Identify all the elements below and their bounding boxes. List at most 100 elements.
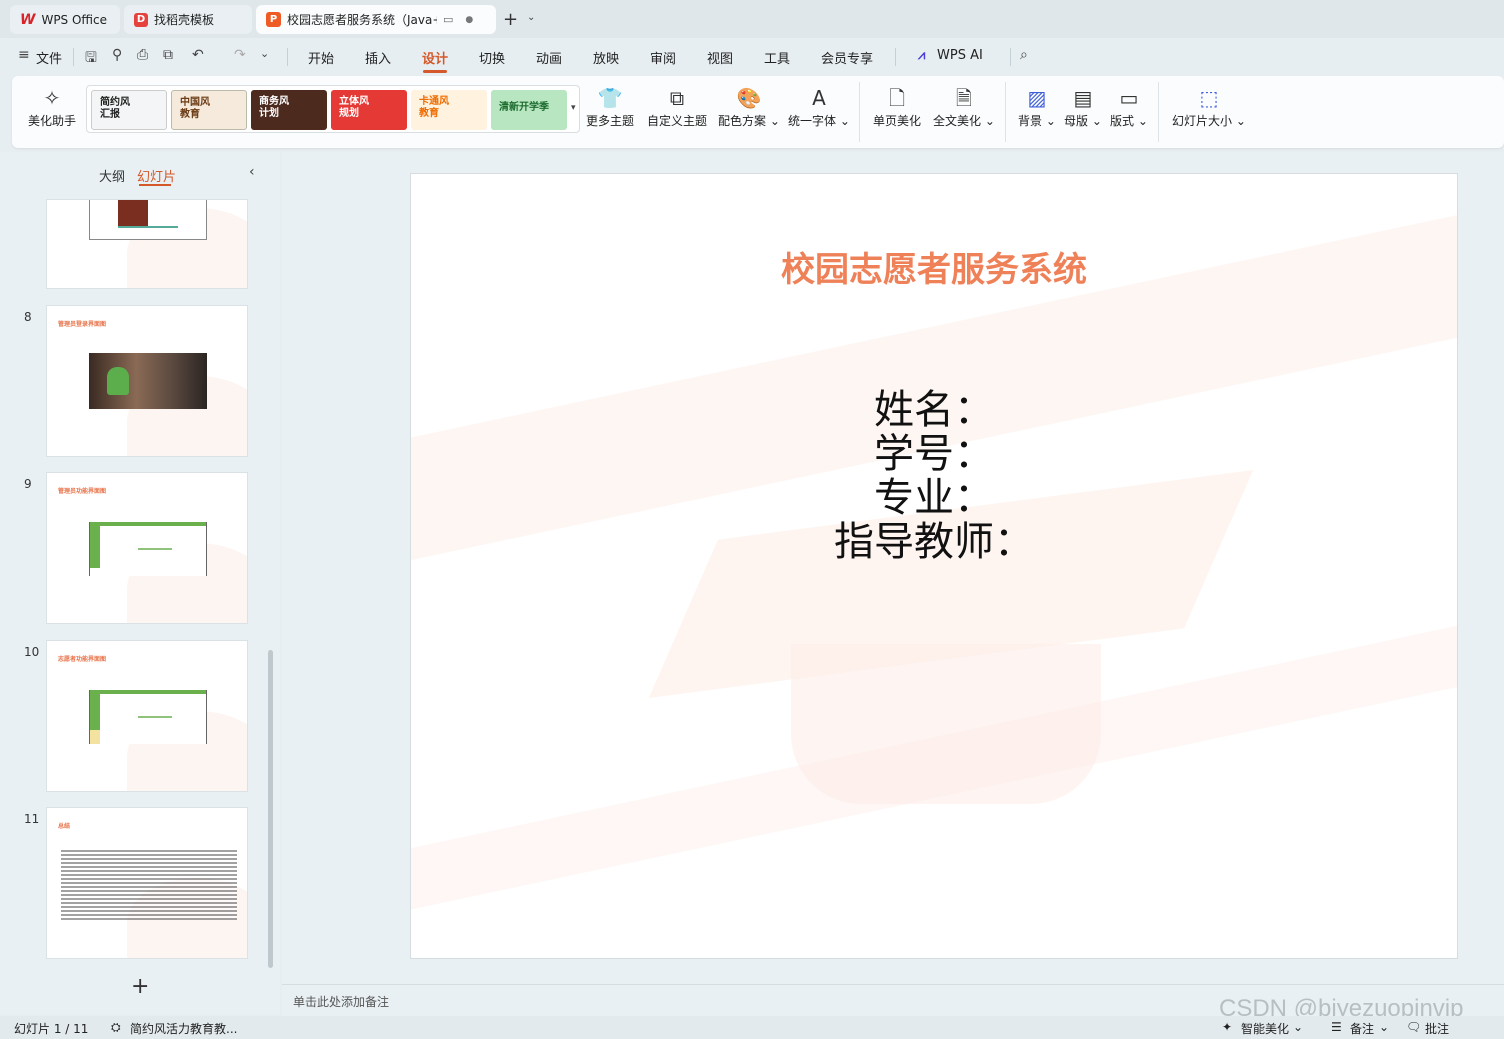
more-themes-button[interactable]: 👕 更多主题 — [586, 84, 634, 129]
slide-counter: 幻灯片 1 / 11 — [14, 1022, 89, 1036]
comments-button[interactable]: 批注 — [1425, 1020, 1449, 1037]
button-label: 背景 — [1018, 114, 1043, 128]
theme-name[interactable]: 简约风活力教育教... — [130, 1020, 237, 1037]
thumbnail-image — [118, 200, 148, 226]
slide-title[interactable]: 校园志愿者服务系统 — [411, 242, 1457, 291]
theme-fresh-school[interactable]: 清新开学季 — [491, 90, 567, 130]
slide-size-button[interactable]: ⬚ 幻灯片大小 ⌄ — [1172, 84, 1246, 129]
format-painter-icon[interactable]: ⚲ — [112, 47, 122, 63]
thumbnail-screenshot — [89, 522, 207, 576]
wps-ai-icon[interactable]: ⩘ — [918, 48, 925, 63]
tab-find-templates[interactable]: D 找稻壳模板 — [124, 5, 252, 34]
smart-beautify-icon: ✦ — [1222, 1020, 1233, 1034]
chevron-down-icon: ⌄ — [769, 114, 780, 128]
slide-thumbnail[interactable]: 管理员功能界面图 — [46, 472, 248, 624]
full-text-beautify-button[interactable]: 🗎 全文美化 ⌄ — [933, 84, 995, 129]
presentation-icon: P — [266, 12, 281, 27]
thumbnail-screenshot — [89, 200, 207, 240]
divider — [895, 48, 896, 66]
slide-size-icon: ⬚ — [1199, 86, 1219, 110]
thumbnail-title: 管理员功能界面图 — [58, 488, 107, 495]
button-label: 自定义主题 — [647, 114, 708, 128]
slide-body-text[interactable]: 姓名： 学号： 专业： 指导教师： — [411, 388, 1457, 564]
print-preview-icon[interactable]: ⧉ — [163, 47, 173, 63]
theme-chinese-education[interactable]: 中国风 教育 — [171, 90, 247, 130]
menu-member[interactable]: 会员专享 — [821, 48, 873, 67]
collapse-panel-icon[interactable]: ‹ — [249, 164, 255, 180]
master-button[interactable]: ▤ 母版 ⌄ — [1064, 84, 1102, 129]
add-slide-button[interactable]: + — [131, 974, 149, 999]
menu-file[interactable]: 文件 — [36, 48, 62, 67]
save-icon[interactable]: 🖫 — [85, 47, 97, 71]
menu-wps-ai[interactable]: WPS AI — [937, 48, 983, 63]
background-button[interactable]: ▨ 背景 ⌄ — [1018, 84, 1056, 129]
notes-placeholder: 单击此处添加备注 — [293, 995, 390, 1009]
color-scheme-button[interactable]: 🎨 配色方案 ⌄ — [718, 84, 780, 129]
menu-view[interactable]: 视图 — [707, 48, 733, 67]
page-sparkle-icon: 🗋 — [888, 86, 906, 110]
slide-number: 9 — [24, 477, 32, 491]
divider — [859, 82, 860, 142]
menu-design[interactable]: 设计 — [422, 48, 448, 67]
theme-cartoon-education[interactable]: 卡通风 教育 — [411, 90, 487, 130]
tab-wps-office[interactable]: W WPS Office — [10, 5, 120, 34]
slide-thumbnail[interactable] — [46, 199, 248, 289]
theme-3d-plan[interactable]: 立体风 规划 — [331, 90, 407, 130]
thumbnail-title: 管理员登录界面图 — [58, 321, 107, 328]
button-label: 母版 — [1064, 114, 1089, 128]
menu-tools[interactable]: 工具 — [764, 48, 790, 67]
monitor-icon[interactable]: ▭ — [443, 13, 453, 26]
field-name: 姓名： — [874, 387, 994, 433]
smart-beautify-button[interactable]: 智能美化 — [1241, 1020, 1289, 1037]
gallery-expand-icon[interactable]: ▾ — [571, 103, 576, 113]
unsaved-dot-icon[interactable]: ● — [465, 15, 473, 25]
theme-business-plan[interactable]: 商务风 计划 — [251, 90, 327, 130]
redo-icon[interactable]: ↷ — [234, 47, 246, 63]
active-tab-indicator — [139, 184, 171, 186]
print-icon[interactable]: ⎙ — [137, 47, 148, 63]
slide-thumbnail[interactable]: 总结 — [46, 807, 248, 959]
thumbnail-sidebar — [90, 526, 100, 568]
tab-label: 找稻壳模板 — [154, 13, 215, 27]
menu-insert[interactable]: 插入 — [365, 48, 391, 67]
tab-outline[interactable]: 大纲 — [99, 166, 125, 185]
slide-number: 11 — [24, 812, 40, 826]
custom-theme-button[interactable]: ⧉ 自定义主题 — [647, 84, 707, 129]
undo-icon[interactable]: ↶ — [192, 47, 204, 63]
slide-thumbnail[interactable]: 志愿者功能界面图 — [46, 640, 248, 792]
menu-transitions[interactable]: 切换 — [479, 48, 505, 67]
beautify-assistant-button[interactable]: ✧ 美化助手 — [28, 84, 76, 129]
slide-panel: 大纲 幻灯片 ‹ 8 管理员登录界面图 9 管理员功能界面图 10 志愿者功能界… — [0, 152, 280, 1014]
slide-thumbnail[interactable]: 管理员登录界面图 — [46, 305, 248, 457]
docer-logo-icon: D — [134, 12, 148, 27]
title-bar: W WPS Office D 找稻壳模板 P 校园志愿者服务系统（Java+ ▭… — [0, 0, 1504, 38]
chevron-down-icon[interactable]: ⌄ — [527, 12, 535, 23]
menu-slideshow[interactable]: 放映 — [593, 48, 619, 67]
notes-icon: ☰ — [1331, 1020, 1342, 1034]
chevron-down-icon[interactable]: ⌄ — [260, 47, 269, 60]
thumbnail-text — [138, 716, 172, 718]
unify-font-button[interactable]: A 统一字体 ⌄ — [788, 84, 850, 129]
theme-simple-report[interactable]: 简约风 汇报 — [91, 90, 167, 130]
panel-scrollbar[interactable] — [268, 650, 273, 968]
thumbnail-title: 志愿者功能界面图 — [58, 656, 107, 663]
single-page-beautify-button[interactable]: 🗋 单页美化 — [873, 84, 921, 129]
menu-review[interactable]: 审阅 — [650, 48, 676, 67]
notes-button[interactable]: 备注 — [1350, 1020, 1374, 1037]
tab-slides[interactable]: 幻灯片 — [137, 166, 176, 185]
menu-home[interactable]: 开始 — [308, 48, 334, 67]
chevron-down-icon[interactable]: ⌄ — [1293, 1020, 1303, 1034]
chevron-down-icon[interactable]: ⌄ — [1379, 1020, 1389, 1034]
slide-canvas[interactable]: 校园志愿者服务系统 姓名： 学号： 专业： 指导教师： — [410, 173, 1458, 959]
layout-button[interactable]: ▭ 版式 ⌄ — [1110, 84, 1148, 129]
graduation-cap-base — [791, 644, 1101, 804]
hamburger-icon[interactable]: ≡ — [18, 47, 30, 63]
menu-animation[interactable]: 动画 — [536, 48, 562, 67]
new-tab-button[interactable]: + — [503, 9, 518, 30]
font-icon: A — [812, 86, 826, 110]
search-icon[interactable]: ⌕ — [1020, 47, 1028, 63]
divider — [1158, 82, 1159, 142]
button-label: 统一字体 — [788, 114, 837, 128]
thumbnail-bar — [90, 690, 206, 694]
tab-current-document[interactable]: P 校园志愿者服务系统（Java+ ▭ ● — [256, 5, 496, 34]
